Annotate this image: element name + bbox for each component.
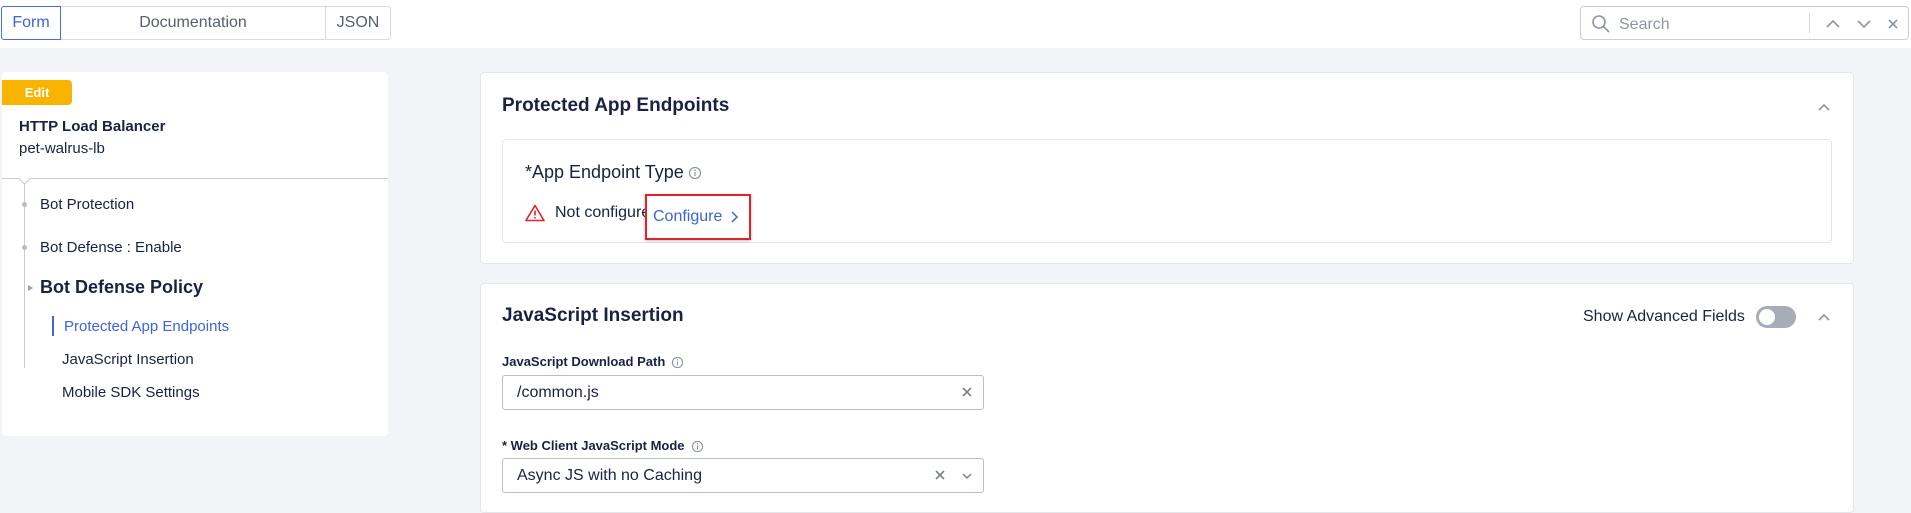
tab-documentation[interactable]: Documentation bbox=[60, 6, 326, 40]
sidebar: Edit HTTP Load Balancer pet-walrus-lb Bo… bbox=[2, 72, 388, 436]
advanced-fields-toggle[interactable] bbox=[1756, 306, 1796, 328]
download-path-input[interactable]: /common.js bbox=[502, 375, 984, 410]
sidebar-divider bbox=[2, 178, 388, 179]
tree-dot bbox=[22, 245, 27, 250]
javascript-insertion-card: JavaScript Insertion Show Advanced Field… bbox=[480, 283, 1854, 513]
section-title: JavaScript Insertion bbox=[502, 305, 684, 326]
chevron-right-icon bbox=[731, 211, 739, 223]
js-mode-select[interactable]: Async JS with no Caching bbox=[502, 458, 984, 493]
configure-label: Configure bbox=[653, 208, 723, 225]
tree-dot bbox=[22, 202, 27, 207]
js-mode-value: Async JS with no Caching bbox=[517, 467, 702, 484]
sidebar-item-protected-app-endpoints[interactable]: Protected App Endpoints bbox=[64, 318, 229, 335]
clear-icon[interactable] bbox=[961, 386, 973, 398]
advanced-fields-label: Show Advanced Fields bbox=[1583, 308, 1745, 325]
chevron-down-icon[interactable] bbox=[961, 470, 973, 482]
configure-button[interactable]: Configure bbox=[645, 194, 751, 240]
info-icon[interactable] bbox=[688, 166, 702, 180]
download-path-value: /common.js bbox=[517, 384, 599, 401]
top-bar: Form Documentation JSON bbox=[0, 0, 1911, 48]
caret-right-icon bbox=[28, 285, 33, 291]
collapse-chevron-icon[interactable] bbox=[1816, 99, 1832, 115]
info-icon[interactable] bbox=[671, 356, 684, 369]
app-endpoint-type-field: *App Endpoint Type Not configured Config… bbox=[502, 139, 1832, 243]
active-indicator bbox=[52, 316, 54, 336]
field-label: *App Endpoint Type bbox=[525, 162, 702, 183]
sidebar-item-bot-defense[interactable]: Bot Defense : Enable bbox=[40, 239, 182, 256]
required-mark: * bbox=[525, 162, 533, 182]
edit-badge: Edit bbox=[2, 80, 72, 105]
sidebar-notch bbox=[18, 172, 31, 185]
field-label-text: App Endpoint Type bbox=[532, 162, 684, 182]
toggle-knob bbox=[1759, 309, 1775, 325]
download-path-label: JavaScript Download Path bbox=[502, 354, 684, 369]
tree-line bbox=[24, 184, 25, 368]
js-mode-label: * Web Client JavaScript Mode bbox=[502, 438, 704, 453]
search-box bbox=[1580, 6, 1909, 40]
tab-form[interactable]: Form bbox=[1, 6, 61, 40]
sidebar-item-javascript-insertion[interactable]: JavaScript Insertion bbox=[62, 351, 194, 368]
protected-endpoints-card: Protected App Endpoints *App Endpoint Ty… bbox=[480, 72, 1854, 264]
tab-json[interactable]: JSON bbox=[325, 6, 391, 40]
sidebar-item-mobile-sdk-settings[interactable]: Mobile SDK Settings bbox=[62, 384, 200, 401]
close-icon[interactable] bbox=[1884, 15, 1902, 33]
search-icon bbox=[1592, 15, 1610, 33]
clear-icon[interactable] bbox=[934, 469, 946, 481]
object-type: HTTP Load Balancer bbox=[19, 118, 166, 135]
object-name: pet-walrus-lb bbox=[19, 140, 105, 157]
status-text: Not configured bbox=[555, 204, 660, 221]
js-mode-label-text: * Web Client JavaScript Mode bbox=[502, 438, 685, 453]
info-icon[interactable] bbox=[691, 440, 704, 453]
sidebar-item-bot-protection[interactable]: Bot Protection bbox=[40, 196, 134, 213]
chevron-down-icon[interactable] bbox=[1855, 15, 1873, 33]
download-path-label-text: JavaScript Download Path bbox=[502, 354, 666, 369]
warning-icon bbox=[525, 204, 545, 222]
search-separator bbox=[1809, 13, 1810, 33]
collapse-chevron-icon[interactable] bbox=[1816, 309, 1832, 325]
section-title: Protected App Endpoints bbox=[502, 95, 730, 116]
chevron-up-icon[interactable] bbox=[1824, 15, 1842, 33]
view-tabs: Form Documentation JSON bbox=[1, 6, 391, 40]
sidebar-item-bot-defense-policy[interactable]: Bot Defense Policy bbox=[40, 277, 203, 298]
